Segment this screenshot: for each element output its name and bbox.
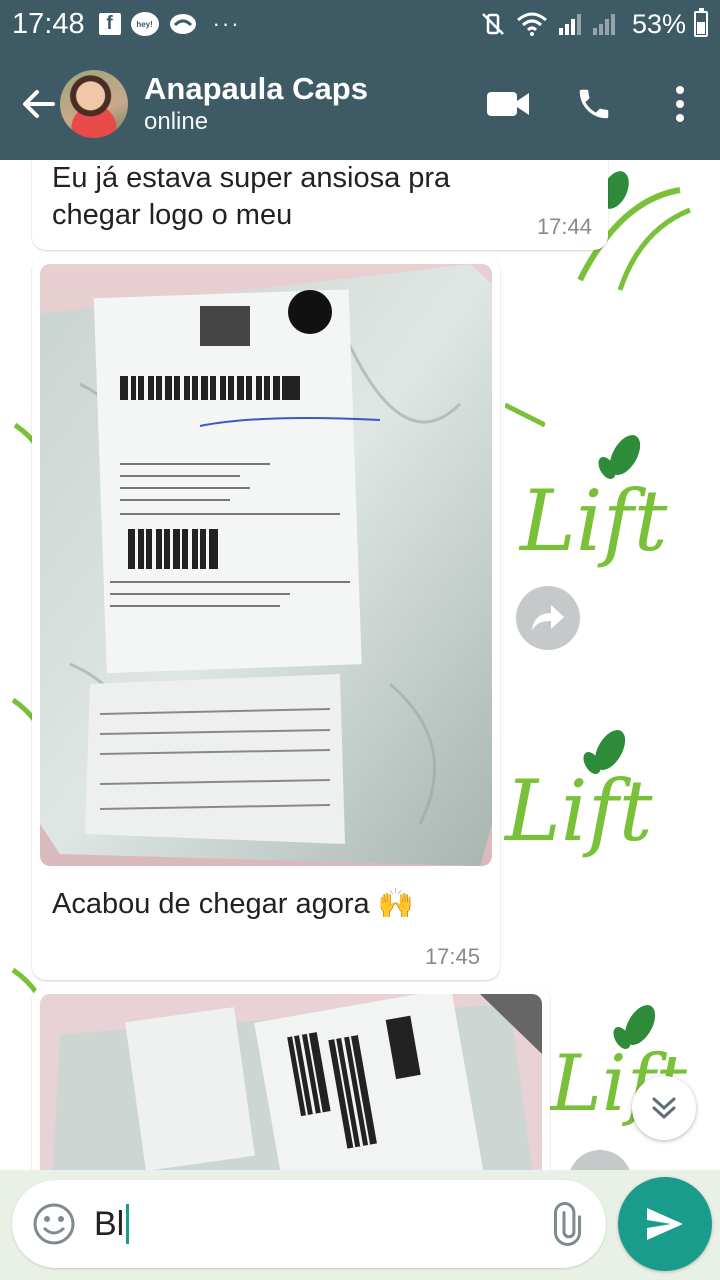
chevrons-down-icon	[652, 1097, 676, 1120]
contact-info[interactable]: Anapaula Caps online	[144, 71, 368, 137]
lift-logo-watermark: Lift	[518, 435, 668, 570]
lift-logo-text: Lift	[503, 762, 653, 860]
emoji-icon	[33, 1203, 75, 1245]
arrow-left-icon	[23, 90, 55, 118]
signal-icon-1	[558, 12, 582, 36]
contact-name: Anapaula Caps	[144, 71, 368, 106]
vibrate-mute-icon	[480, 11, 506, 37]
back-button[interactable]	[10, 74, 66, 134]
more-vert-icon	[676, 86, 684, 122]
message-text-line: chegar logo o meu	[52, 199, 293, 231]
chat-notification-icon: hey!	[130, 12, 159, 36]
facebook-notification-icon: f	[98, 13, 121, 35]
message-text: Eu já estava super ansiosa pra chegar lo…	[52, 160, 450, 234]
message-input[interactable]: Bl	[94, 1204, 130, 1244]
message-text-line: Eu já estava super ansiosa pra	[52, 162, 451, 194]
messenger-notification-icon	[169, 13, 197, 35]
message-image[interactable]	[40, 264, 492, 866]
status-time: 17:48	[12, 7, 85, 40]
wifi-icon	[516, 12, 548, 36]
composer-bar: Bl	[0, 1170, 720, 1280]
avatar[interactable]	[60, 70, 128, 138]
contact-status: online	[144, 108, 209, 135]
message-time: 17:44	[536, 214, 592, 239]
video-call-button[interactable]	[476, 72, 540, 136]
lift-logo-watermark: Lift	[550, 1005, 688, 1129]
paperclip-icon	[554, 1202, 582, 1246]
battery-icon	[694, 8, 708, 37]
more-notifications-icon: ···	[212, 11, 241, 36]
status-right: 53%	[480, 8, 708, 40]
forward-share-icon	[532, 605, 564, 631]
send-icon	[647, 1208, 683, 1240]
message-bubble[interactable]: Eu já estava super ansiosa pra chegar lo…	[32, 160, 608, 250]
image-caption: Acabou de chegar agora 🙌	[52, 888, 414, 920]
image-message-bubble[interactable]	[32, 986, 550, 1170]
parcel-photo	[40, 264, 492, 866]
phone-icon	[579, 89, 609, 119]
emoji-button[interactable]	[30, 1200, 78, 1248]
message-input-value: Bl	[94, 1204, 125, 1243]
video-camera-icon	[487, 92, 529, 116]
header-actions	[454, 72, 720, 136]
image-message-bubble[interactable]: Acabou de chegar agora 🙌 17:45	[32, 256, 500, 980]
scroll-to-bottom-button[interactable]	[632, 1076, 696, 1140]
battery-percent: 53%	[631, 8, 686, 39]
message-time: 17:45	[424, 944, 480, 969]
parcel-photo	[40, 994, 542, 1170]
chat-area[interactable]: Lift Lift Lift Eu já estava super ansios…	[0, 160, 720, 1170]
lift-logo-text: Lift	[518, 472, 668, 570]
forward-button[interactable]	[568, 1150, 632, 1170]
voice-call-button[interactable]	[562, 72, 626, 136]
attach-button[interactable]	[540, 1200, 588, 1248]
send-button[interactable]	[618, 1177, 712, 1271]
message-image[interactable]	[40, 994, 542, 1170]
status-bar: 17:48 f hey! ··· 53%	[0, 0, 720, 48]
leaf-fragment	[505, 402, 545, 428]
signal-icon-2	[592, 12, 616, 36]
forward-button[interactable]	[516, 586, 580, 650]
more-options-button[interactable]	[648, 72, 712, 136]
chat-header: Anapaula Caps online	[0, 48, 720, 160]
message-input-container: Bl	[12, 1180, 606, 1268]
lift-logo-watermark: Lift	[503, 730, 653, 860]
text-caret	[126, 1204, 130, 1244]
